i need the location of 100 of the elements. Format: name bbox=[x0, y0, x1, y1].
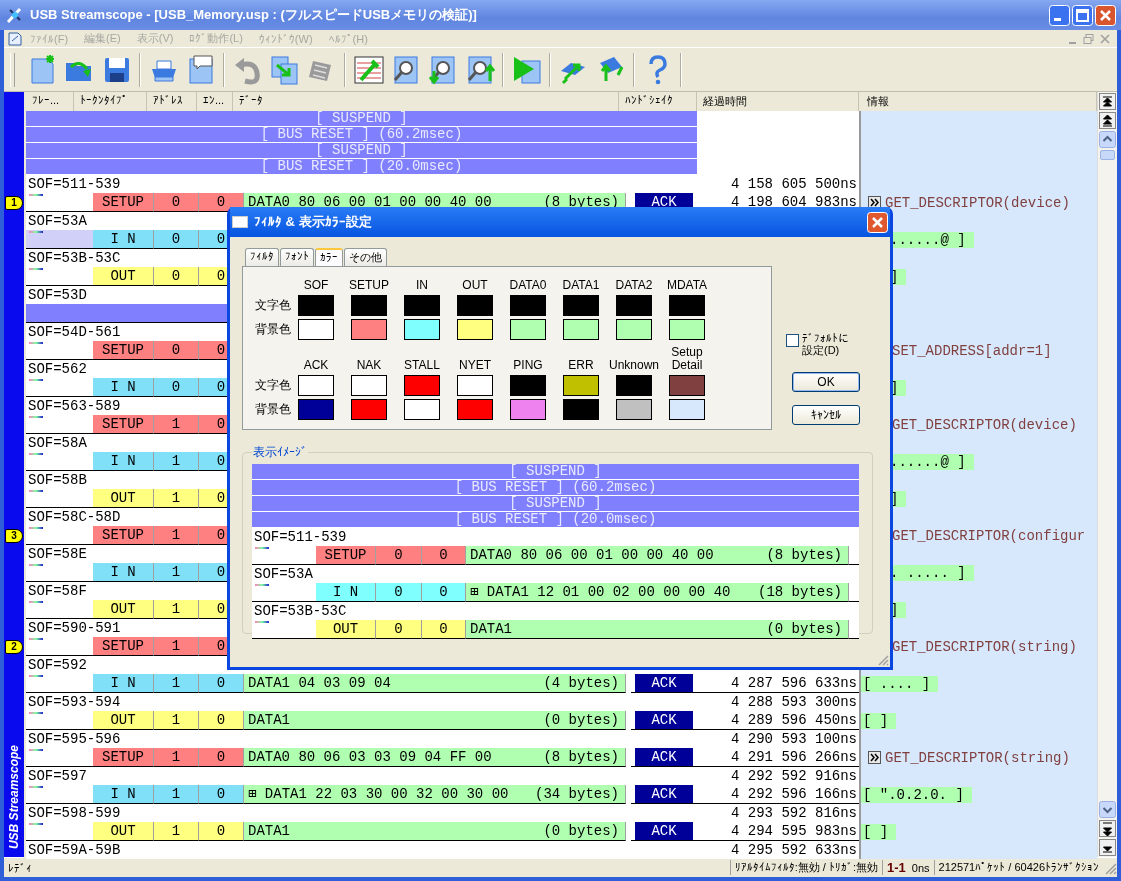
color-swatch[interactable] bbox=[457, 295, 493, 316]
token-type-cell: SETUP bbox=[93, 193, 154, 212]
frame-label: SOF=593-594 bbox=[28, 694, 121, 710]
column-header[interactable]: ﾄｰｸﾝﾀｲﾌﾟ bbox=[74, 92, 147, 111]
color-swatch[interactable] bbox=[563, 295, 599, 316]
color-swatch[interactable] bbox=[510, 399, 546, 420]
color-swatch[interactable] bbox=[457, 375, 493, 396]
page-down-button[interactable] bbox=[1099, 820, 1116, 837]
data-cell: DATA1 04 03 09 04 (4 bytes) bbox=[244, 674, 626, 693]
column-header[interactable]: ﾃﾞｰﾀ bbox=[233, 92, 619, 111]
frame-cell[interactable] bbox=[26, 193, 93, 212]
color-swatch[interactable] bbox=[616, 295, 652, 316]
frame-cell[interactable] bbox=[26, 489, 93, 508]
color-swatch[interactable] bbox=[298, 319, 334, 340]
frame-cell[interactable] bbox=[26, 415, 93, 434]
color-swatch[interactable] bbox=[563, 399, 599, 420]
frame-cell[interactable] bbox=[26, 785, 93, 804]
color-swatch[interactable] bbox=[351, 399, 387, 420]
frame-cell[interactable] bbox=[26, 822, 93, 841]
maximize-button[interactable] bbox=[1072, 4, 1093, 26]
column-header[interactable]: 経過時間 bbox=[697, 92, 859, 111]
color-swatch[interactable] bbox=[563, 375, 599, 396]
resize-grip[interactable] bbox=[1103, 860, 1117, 875]
color-swatch[interactable] bbox=[669, 399, 705, 420]
color-swatch[interactable] bbox=[616, 375, 652, 396]
data-cell: DATA1 (0 bytes) bbox=[244, 711, 626, 730]
frame-cell[interactable] bbox=[252, 620, 316, 639]
frame-cell[interactable] bbox=[26, 230, 93, 249]
tab[interactable]: ﾌｨﾙﾀ bbox=[245, 248, 279, 266]
frame-cell[interactable] bbox=[26, 452, 93, 471]
frame-cell[interactable] bbox=[26, 378, 93, 397]
detail-arrow-icon[interactable] bbox=[868, 196, 881, 209]
resize-grip[interactable] bbox=[877, 654, 889, 666]
tab[interactable]: ﾌｫﾝﾄ bbox=[280, 248, 314, 266]
page-up-button[interactable] bbox=[1099, 112, 1116, 129]
bookmark-tag[interactable]: 3 bbox=[5, 528, 23, 543]
color-swatch[interactable] bbox=[510, 375, 546, 396]
frame-cell[interactable] bbox=[252, 546, 316, 565]
tab[interactable]: ｶﾗｰ bbox=[315, 248, 343, 266]
color-swatch[interactable] bbox=[351, 319, 387, 340]
frame-label: SOF=53B-53C bbox=[28, 250, 121, 266]
color-swatch[interactable] bbox=[616, 399, 652, 420]
frame-cell[interactable] bbox=[26, 748, 93, 767]
color-label: MDATA bbox=[665, 279, 709, 292]
frame-label: SOF=563-589 bbox=[28, 398, 121, 414]
frame-label: SOF=597 bbox=[28, 768, 87, 784]
column-header[interactable]: ｱﾄﾞﾚｽ bbox=[147, 92, 197, 111]
frame-cell[interactable] bbox=[26, 674, 93, 693]
detail-arrow-icon[interactable] bbox=[868, 751, 881, 764]
activity-marker bbox=[255, 584, 269, 586]
frame-cell[interactable] bbox=[26, 526, 93, 545]
address-cell: 0 bbox=[154, 378, 199, 397]
color-swatch[interactable] bbox=[510, 295, 546, 316]
minimize-button[interactable] bbox=[1049, 4, 1070, 26]
frame-label: SOF=590-591 bbox=[28, 620, 121, 636]
color-swatch[interactable] bbox=[298, 375, 334, 396]
color-swatch[interactable] bbox=[457, 399, 493, 420]
frame-cell[interactable] bbox=[252, 583, 316, 602]
scroll-top-button[interactable] bbox=[1099, 93, 1116, 110]
ok-button[interactable]: OK bbox=[792, 372, 860, 392]
color-swatch[interactable] bbox=[457, 319, 493, 340]
frame-cell[interactable] bbox=[26, 563, 93, 582]
tab[interactable]: その他 bbox=[344, 248, 387, 266]
cancel-button[interactable]: ｷｬﾝｾﾙ bbox=[792, 405, 860, 425]
color-swatch[interactable] bbox=[404, 399, 440, 420]
column-header[interactable]: ﾊﾝﾄﾞｼｪｲｸ bbox=[619, 92, 697, 111]
color-swatch[interactable] bbox=[669, 319, 705, 340]
color-swatch[interactable] bbox=[298, 295, 334, 316]
default-checkbox[interactable]: ﾃﾞﾌｫﾙﾄに設定(D) bbox=[786, 332, 858, 356]
color-swatch[interactable] bbox=[404, 319, 440, 340]
color-swatch[interactable] bbox=[351, 295, 387, 316]
color-label: Setup Detail bbox=[670, 346, 704, 372]
color-swatch[interactable] bbox=[616, 319, 652, 340]
column-header[interactable]: 情報 bbox=[861, 92, 1097, 111]
scroll-thumb[interactable] bbox=[1100, 150, 1115, 160]
activity-marker bbox=[29, 675, 43, 677]
color-swatch[interactable] bbox=[510, 319, 546, 340]
column-header[interactable]: ｴﾝ... bbox=[197, 92, 233, 111]
frame-cell[interactable] bbox=[26, 600, 93, 619]
scroll-down-button[interactable] bbox=[1099, 801, 1116, 818]
color-swatch[interactable] bbox=[351, 375, 387, 396]
color-swatch[interactable] bbox=[669, 295, 705, 316]
color-swatch[interactable] bbox=[404, 295, 440, 316]
color-swatch[interactable] bbox=[404, 375, 440, 396]
bookmark-tag[interactable]: 2 bbox=[5, 639, 23, 654]
frame-cell[interactable] bbox=[26, 267, 93, 286]
document-icon[interactable] bbox=[8, 31, 22, 46]
column-header[interactable]: ﾌﾚｰ... bbox=[26, 92, 74, 111]
color-swatch[interactable] bbox=[563, 319, 599, 340]
frame-cell[interactable] bbox=[26, 341, 93, 360]
frame-cell[interactable] bbox=[26, 637, 93, 656]
color-swatch[interactable] bbox=[298, 399, 334, 420]
elapsed-time: 4 291 596 266ns bbox=[730, 749, 857, 765]
frame-label: SOF=54D-561 bbox=[28, 324, 121, 340]
scroll-bottom-button[interactable] bbox=[1099, 839, 1116, 856]
scroll-up-button[interactable] bbox=[1099, 131, 1116, 148]
frame-cell[interactable] bbox=[26, 711, 93, 730]
bookmark-tag[interactable]: 1 bbox=[5, 195, 23, 210]
color-swatch[interactable] bbox=[669, 375, 705, 396]
payload-info: [ .... ] bbox=[861, 675, 939, 692]
